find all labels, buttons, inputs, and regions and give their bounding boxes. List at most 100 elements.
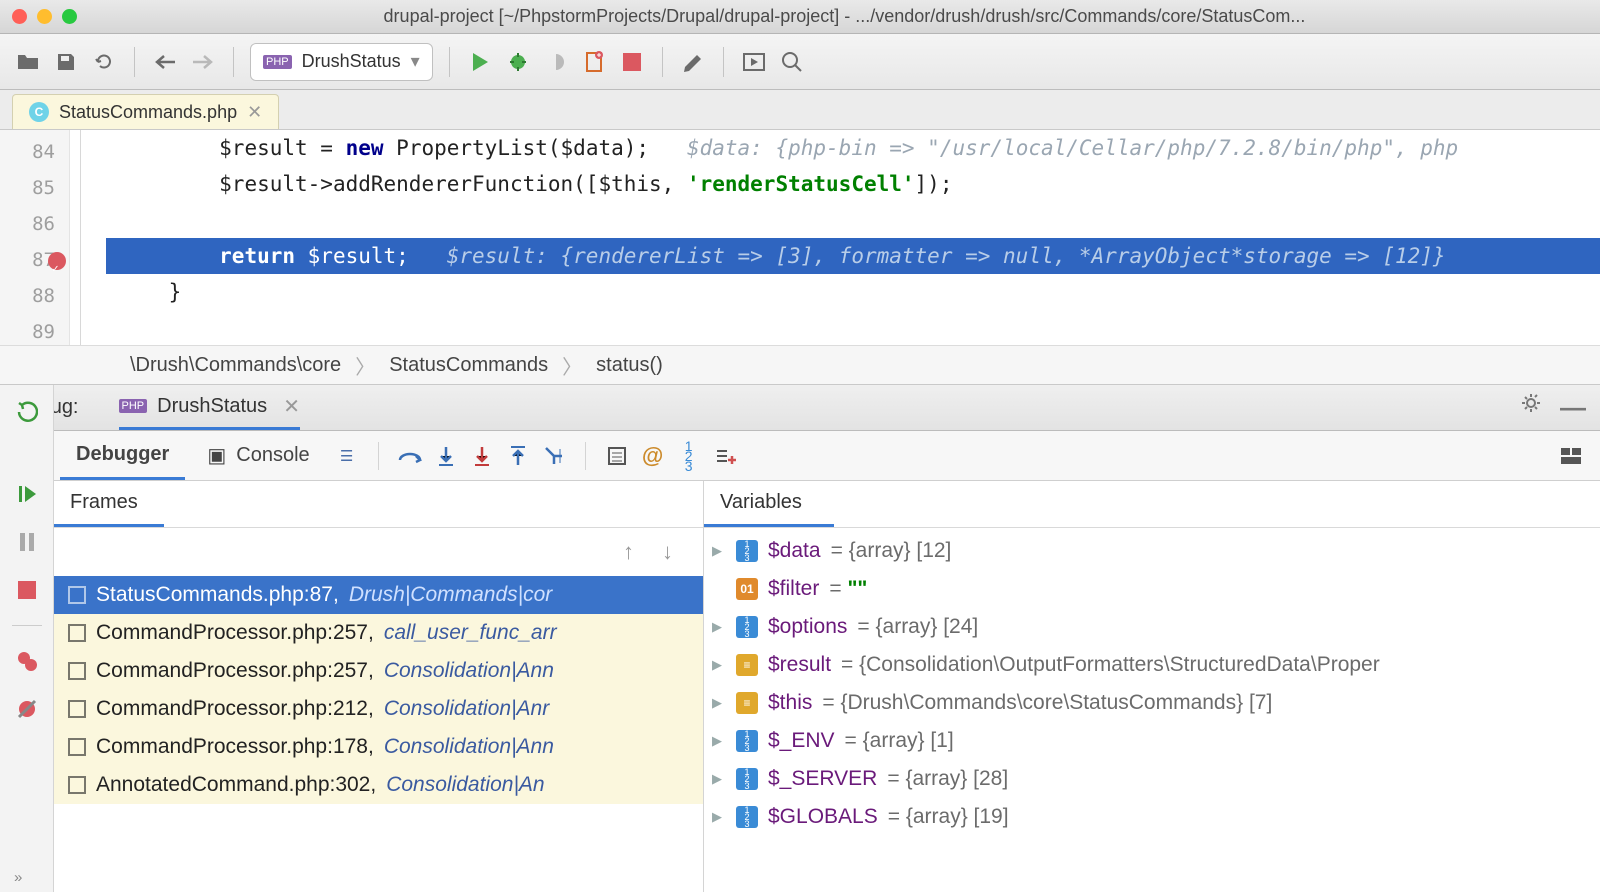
breakpoints-icon[interactable] bbox=[14, 648, 40, 674]
run-target-icon[interactable] bbox=[740, 48, 768, 76]
step-into-icon[interactable] bbox=[431, 441, 461, 471]
expand-icon[interactable]: ▶ bbox=[712, 619, 726, 635]
var-type-icon: 123 bbox=[736, 616, 758, 638]
step-out-icon[interactable] bbox=[503, 441, 533, 471]
threads-icon[interactable]: ☰ bbox=[332, 441, 362, 471]
step-over-icon[interactable] bbox=[395, 441, 425, 471]
layout-icon[interactable] bbox=[1556, 441, 1586, 471]
frame-row[interactable]: CommandProcessor.php:257, call_user_func… bbox=[54, 614, 703, 652]
watch-icon[interactable]: @ bbox=[638, 441, 668, 471]
maximize-window-icon[interactable] bbox=[62, 9, 77, 24]
debugger-tab[interactable]: Debugger bbox=[60, 431, 185, 480]
var-name: $filter bbox=[768, 577, 819, 601]
fold-region bbox=[70, 130, 106, 345]
gear-icon[interactable] bbox=[1520, 392, 1542, 423]
forward-icon[interactable] bbox=[189, 48, 217, 76]
code-editor[interactable]: 84 85 86 87 88 89 $result = new Property… bbox=[0, 130, 1600, 345]
coverage-icon[interactable] bbox=[542, 48, 570, 76]
expand-icon[interactable]: ▶ bbox=[712, 771, 726, 787]
code-area[interactable]: $result = new PropertyList($data); $data… bbox=[106, 130, 1600, 345]
variable-row[interactable]: ▶123$data = {array} [12] bbox=[704, 532, 1600, 570]
php-badge-icon: PHP bbox=[119, 399, 148, 413]
frame-row[interactable]: AnnotatedCommand.php:302, Consolidation|… bbox=[54, 766, 703, 804]
close-window-icon[interactable] bbox=[12, 9, 27, 24]
mute-breakpoints-icon[interactable] bbox=[14, 696, 40, 722]
debug-session-tab[interactable]: PHP DrushStatus ✕ bbox=[119, 385, 300, 430]
separator bbox=[585, 442, 586, 470]
separator bbox=[233, 47, 234, 77]
var-type-icon: ≡ bbox=[736, 692, 758, 714]
frame-row[interactable]: CommandProcessor.php:178, Consolidation|… bbox=[54, 728, 703, 766]
expand-icon[interactable]: ▶ bbox=[712, 733, 726, 749]
variables-header[interactable]: Variables bbox=[704, 481, 834, 527]
variable-row[interactable]: ▶123$GLOBALS = {array} [19] bbox=[704, 798, 1600, 836]
expand-icon[interactable]: ▶ bbox=[712, 695, 726, 711]
minimize-window-icon[interactable] bbox=[37, 9, 52, 24]
refresh-icon[interactable] bbox=[90, 48, 118, 76]
crumb[interactable]: StatusCommands bbox=[389, 354, 548, 377]
crumb[interactable]: \Drush\Commands\core bbox=[130, 354, 341, 377]
line-number: 85 bbox=[0, 170, 69, 206]
stop-icon[interactable] bbox=[618, 48, 646, 76]
show-values-icon[interactable]: 123 bbox=[674, 441, 704, 471]
var-type-icon: 123 bbox=[736, 730, 758, 752]
frame-context: Consolidation|An bbox=[386, 773, 544, 797]
line-number: 89 bbox=[0, 314, 69, 350]
chevron-down-icon: ▾ bbox=[411, 51, 420, 72]
gutter: 84 85 86 87 88 89 bbox=[0, 130, 70, 345]
code-line: $result = new PropertyList($data); $data… bbox=[106, 130, 1600, 166]
variable-row[interactable]: 01$filter = "" bbox=[704, 570, 1600, 608]
frame-file: StatusCommands.php:87, bbox=[96, 583, 339, 607]
frame-row[interactable]: CommandProcessor.php:257, Consolidation|… bbox=[54, 652, 703, 690]
variable-row[interactable]: ▶≡$this = {Drush\Commands\core\StatusCom… bbox=[704, 684, 1600, 722]
back-icon[interactable] bbox=[151, 48, 179, 76]
expand-icon[interactable]: ▶ bbox=[712, 657, 726, 673]
editor-tab[interactable]: C StatusCommands.php ✕ bbox=[12, 94, 279, 129]
close-tab-icon[interactable]: ✕ bbox=[247, 102, 262, 123]
expand-icon[interactable]: ▶ bbox=[712, 543, 726, 559]
frame-context: Consolidation|Ann bbox=[384, 659, 554, 683]
frame-nav: ↑ ↓ bbox=[54, 528, 703, 576]
profile-icon[interactable] bbox=[580, 48, 608, 76]
variable-row[interactable]: ▶123$options = {array} [24] bbox=[704, 608, 1600, 646]
save-icon[interactable] bbox=[52, 48, 80, 76]
frame-file: CommandProcessor.php:257, bbox=[96, 621, 374, 645]
run-config-selector[interactable]: PHP DrushStatus ▾ bbox=[250, 43, 433, 81]
variables-list[interactable]: ▶123$data = {array} [12]01$filter = ""▶1… bbox=[704, 528, 1600, 892]
title-bar: drupal-project [~/PhpstormProjects/Drupa… bbox=[0, 0, 1600, 34]
console-tab[interactable]: ▣Console bbox=[191, 431, 325, 480]
frame-file: CommandProcessor.php:212, bbox=[96, 697, 374, 721]
frames-panel: Frames ↑ ↓ StatusCommands.php:87, Drush|… bbox=[54, 481, 704, 892]
frame-row[interactable]: CommandProcessor.php:212, Consolidation|… bbox=[54, 690, 703, 728]
stop-icon[interactable] bbox=[14, 577, 40, 603]
frames-list[interactable]: StatusCommands.php:87, Drush|Commands|co… bbox=[54, 576, 703, 892]
more-icon[interactable]: » bbox=[14, 869, 25, 886]
pause-icon[interactable] bbox=[14, 529, 40, 555]
variable-row[interactable]: ▶123$_ENV = {array} [1] bbox=[704, 722, 1600, 760]
frame-up-icon[interactable]: ↑ bbox=[623, 539, 634, 565]
line-number: 87 bbox=[0, 242, 69, 278]
debug-toolbar: Debugger ▣Console ☰ @ 123 bbox=[0, 431, 1600, 481]
close-session-icon[interactable]: ✕ bbox=[283, 394, 300, 419]
variable-row[interactable]: ▶123$_SERVER = {array} [28] bbox=[704, 760, 1600, 798]
minimize-panel-icon[interactable]: — bbox=[1560, 392, 1586, 423]
run-icon[interactable] bbox=[466, 48, 494, 76]
frame-down-icon[interactable]: ↓ bbox=[662, 539, 673, 565]
force-step-into-icon[interactable] bbox=[467, 441, 497, 471]
crumb[interactable]: status() bbox=[596, 354, 663, 377]
open-icon[interactable] bbox=[14, 48, 42, 76]
search-icon[interactable] bbox=[778, 48, 806, 76]
settings-icon[interactable] bbox=[679, 48, 707, 76]
expand-icon[interactable]: ▶ bbox=[712, 809, 726, 825]
evaluate-icon[interactable] bbox=[602, 441, 632, 471]
breakpoint-icon[interactable] bbox=[48, 252, 66, 270]
frame-row[interactable]: StatusCommands.php:87, Drush|Commands|co… bbox=[54, 576, 703, 614]
add-watch-icon[interactable] bbox=[710, 441, 740, 471]
resume-icon[interactable] bbox=[14, 481, 40, 507]
run-to-cursor-icon[interactable] bbox=[539, 441, 569, 471]
frame-icon bbox=[68, 738, 86, 756]
frames-header[interactable]: Frames bbox=[54, 481, 164, 527]
debug-icon[interactable] bbox=[504, 48, 532, 76]
rerun-icon[interactable] bbox=[14, 399, 40, 425]
variable-row[interactable]: ▶≡$result = {Consolidation\OutputFormatt… bbox=[704, 646, 1600, 684]
